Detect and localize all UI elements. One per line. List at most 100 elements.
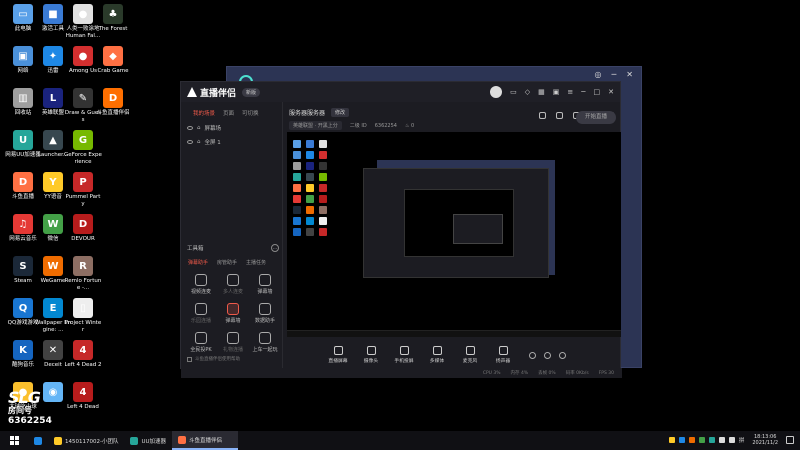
desktop-icon[interactable]: G GeForce Experience <box>64 130 102 165</box>
taskbar-task[interactable]: UU加速器 <box>124 431 172 450</box>
tab-room-manager[interactable]: 房管助手 <box>217 259 237 266</box>
tool-item[interactable]: 弹幕墙 <box>249 274 281 295</box>
tool-label: 视频连麦 <box>190 289 211 295</box>
tool-item[interactable]: 数据助手 <box>249 303 281 324</box>
speaker-button[interactable]: 扬声器 <box>492 346 514 364</box>
taskbar-task[interactable]: 1450117002-小团队 <box>48 431 124 450</box>
phone-cast-icon <box>399 346 409 355</box>
status-item: FPS 30 <box>598 370 614 376</box>
microphone-button[interactable]: 麦克风 <box>459 346 481 364</box>
room-category[interactable]: 英雄联盟 · 开黑上分 <box>289 121 342 130</box>
desktop-icon[interactable]: D DEVOUR <box>64 214 102 243</box>
edit-button[interactable]: 修改 <box>331 108 350 117</box>
app-icon: S <box>13 256 33 276</box>
more-icon[interactable]: … <box>271 244 279 252</box>
tool-item[interactable]: 乐园连播 <box>185 303 217 324</box>
clock-date: 2021/11/2 <box>752 440 778 446</box>
gift-icon[interactable]: ◇ <box>525 88 530 96</box>
desktop-icon[interactable]: R Remlo Fortune -... <box>64 256 102 291</box>
extra-controls <box>529 351 566 359</box>
tool-item[interactable]: 视频连麦 <box>185 274 217 295</box>
tray-app-icon[interactable] <box>678 437 685 443</box>
layout-icon[interactable] <box>556 112 563 119</box>
desktop-icon-label: GeForce Experience <box>64 152 102 165</box>
tab-streamer-tasks[interactable]: 主播任务 <box>246 259 266 266</box>
scene-item[interactable]: ⌂ 全屏 1 <box>181 135 282 149</box>
lock-icon[interactable]: ⌂ <box>197 125 201 131</box>
app-icon: ● <box>73 4 93 24</box>
taskbar-pin[interactable] <box>28 431 48 450</box>
phone-cast-button[interactable]: 手机投屏 <box>393 346 415 364</box>
tray-app-icon[interactable] <box>708 437 715 443</box>
tab-switchable[interactable]: 可切换 <box>242 109 259 117</box>
close-icon[interactable]: ✕ <box>626 70 633 79</box>
help-label: 斗鱼直播伴侣使用帮助 <box>195 357 240 362</box>
tab-my-scenes[interactable]: 我的场景 <box>193 109 215 117</box>
preview-mini-icon <box>306 140 314 148</box>
link-icon[interactable] <box>544 351 551 359</box>
douyu-companion-window[interactable]: 直播伴侣 新版 ▭ ◇ ▦ ▣ ≡ ─ □ ✕ 我的场景 页面 可切换 ⌂ 屏幕… <box>180 81 622 378</box>
multimedia-button[interactable]: 多媒体 <box>426 346 448 364</box>
minimize-icon[interactable]: ─ <box>581 88 585 96</box>
tool-item[interactable]: 礼物连播 <box>217 332 249 353</box>
desktop-icon[interactable]: D 斗鱼直播伴侣 <box>94 88 132 117</box>
grid-icon[interactable]: ▦ <box>538 88 545 96</box>
record-icon[interactable] <box>529 351 536 359</box>
preview-mini-icon <box>306 228 314 236</box>
status-bar: CPU 3% 内存 4% 丢帧 0% 码率 0Kb/s FPS 30 <box>181 368 622 378</box>
tray-app-icon[interactable] <box>688 437 695 443</box>
skin-icon[interactable]: ▣ <box>553 88 560 96</box>
eye-icon[interactable] <box>187 126 193 130</box>
network-icon[interactable] <box>718 437 725 443</box>
desktop-icon[interactable]: 4 Left 4 Dead <box>64 382 102 411</box>
maximize-icon[interactable]: □ <box>594 88 601 96</box>
app-icon: ▲ <box>43 130 63 150</box>
scene-item[interactable]: ⌂ 屏幕场 <box>181 121 282 135</box>
start-live-button[interactable]: 开始直播 <box>576 111 616 124</box>
settings-icon[interactable] <box>559 351 566 359</box>
desktop-icon[interactable]: P Pummel Party <box>64 172 102 207</box>
camera-label: 摄像头 <box>363 359 379 364</box>
title-bar[interactable]: 直播伴侣 新版 ▭ ◇ ▦ ▣ ≡ ─ □ ✕ <box>181 82 620 102</box>
tab-danmu-helper[interactable]: 弹幕助手 <box>188 259 208 266</box>
desktop-icon-label: Project Winter <box>64 320 102 333</box>
preview-nested-window <box>363 168 549 278</box>
desktop-icon[interactable]: ▯ Project Winter <box>64 298 102 333</box>
status-item: 丢帧 0% <box>538 371 556 376</box>
screen-capture-button[interactable]: 直播屏幕 <box>327 346 349 364</box>
tray-app-icon[interactable] <box>668 437 675 443</box>
tab-pages[interactable]: 页面 <box>223 109 234 117</box>
stream-preview[interactable] <box>287 132 621 337</box>
help-footer[interactable]: 斗鱼直播伴侣使用帮助 <box>187 356 240 362</box>
tool-item[interactable]: 全民投PK <box>185 332 217 353</box>
menu-icon[interactable]: ≡ <box>567 88 573 96</box>
desktop-icon[interactable]: ♣ The Forest <box>94 4 132 33</box>
notification-icon[interactable] <box>786 436 794 444</box>
taskbar-task[interactable]: 斗鱼直播伴侣 <box>172 431 239 450</box>
avatar[interactable] <box>490 86 503 98</box>
checkbox[interactable] <box>187 356 192 362</box>
settings-icon[interactable]: ◎ <box>594 70 601 79</box>
input-method[interactable]: 拼 <box>739 436 745 444</box>
app-icon: ▯ <box>73 298 93 318</box>
tool-item[interactable]: 弹幕墙 <box>217 303 249 324</box>
desktop-icon[interactable]: ◆ Crab Game <box>94 46 132 75</box>
eye-icon[interactable] <box>187 140 193 144</box>
app-icon: D <box>13 172 33 192</box>
lock-icon[interactable]: ⌂ <box>197 139 201 145</box>
clock[interactable]: 18:13:06 2021/11/2 <box>752 434 778 446</box>
close-icon[interactable]: ✕ <box>608 88 614 96</box>
volume-icon[interactable] <box>728 437 735 443</box>
gift-box-icon[interactable] <box>539 112 546 119</box>
start-button[interactable] <box>0 431 28 450</box>
app-icon: ✎ <box>73 88 93 108</box>
tool-item[interactable]: 多人连麦 <box>217 274 249 295</box>
tool-item[interactable]: 上车一起玩 <box>249 332 281 353</box>
version-pill[interactable]: 新版 <box>242 87 261 97</box>
minimize-icon[interactable]: ─ <box>611 70 616 79</box>
tray-app-icon[interactable] <box>698 437 705 443</box>
preview-nested-window-inner <box>453 214 503 244</box>
camera-button[interactable]: 摄像头 <box>360 346 382 364</box>
message-icon[interactable]: ▭ <box>510 88 517 96</box>
desktop-icon[interactable]: 4 Left 4 Dead 2 <box>64 340 102 369</box>
